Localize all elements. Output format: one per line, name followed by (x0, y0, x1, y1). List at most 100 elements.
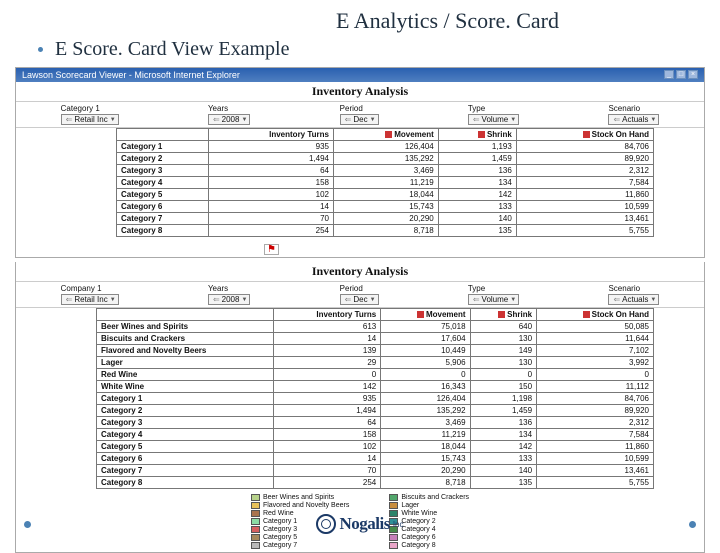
row-label: Category 6 (97, 453, 274, 465)
cell: 1,193 (438, 141, 516, 153)
table-row: Category 415811,2191347,584 (117, 177, 654, 189)
cell: 126,404 (333, 141, 438, 153)
cell: 142 (274, 381, 381, 393)
chevron-down-icon[interactable]: ▼ (239, 297, 247, 303)
legend-label: Category 8 (401, 542, 435, 549)
cell: 135 (470, 477, 537, 489)
arrow-left-icon[interactable]: ⇐ (471, 115, 482, 124)
filter-select[interactable]: ⇐Retail Inc▼ (61, 294, 119, 305)
cell: 130 (470, 357, 537, 369)
logo-text: Nogalis (339, 514, 389, 534)
cell: 935 (208, 141, 333, 153)
filter-select[interactable]: ⇐Dec▼ (340, 114, 379, 125)
filter-select[interactable]: ⇐2008▼ (208, 114, 250, 125)
col-header[interactable]: Shrink (470, 309, 537, 321)
screenshot-1: Lawson Scorecard Viewer - Microsoft Inte… (15, 67, 705, 258)
cell: 7,102 (537, 345, 654, 357)
col-header[interactable]: Shrink (438, 129, 516, 141)
cell: 70 (208, 213, 333, 225)
filter-select[interactable]: ⇐2008▼ (208, 294, 250, 305)
legend-label: Biscuits and Crackers (401, 494, 469, 501)
cell: 84,706 (516, 141, 653, 153)
arrow-left-icon[interactable]: ⇐ (64, 115, 75, 124)
filter-label: Years (208, 284, 228, 293)
cell: 254 (274, 477, 381, 489)
flag-icon[interactable]: ⚑ (264, 244, 279, 255)
cell: 11,860 (516, 189, 653, 201)
panel2-title: Inventory Analysis (16, 262, 704, 282)
row-label: Category 2 (97, 405, 274, 417)
cell: 89,920 (537, 405, 654, 417)
filter-label: Scenario (608, 104, 640, 113)
row-label: Category 4 (117, 177, 209, 189)
window-title: Lawson Scorecard Viewer - Microsoft Inte… (22, 70, 240, 80)
marker-icon (498, 311, 505, 318)
cell: 20,290 (381, 465, 470, 477)
col-header[interactable]: Movement (333, 129, 438, 141)
panel2-filters: Company 1⇐Retail Inc▼Years⇐2008▼Period⇐D… (16, 282, 704, 308)
minimize-icon[interactable]: _ (664, 70, 674, 79)
close-icon[interactable]: × (688, 70, 698, 79)
filter-select[interactable]: ⇐Actuals▼ (608, 114, 659, 125)
panel1-title: Inventory Analysis (16, 82, 704, 102)
chevron-down-icon[interactable]: ▼ (108, 297, 116, 303)
arrow-left-icon[interactable]: ⇐ (343, 115, 354, 124)
row-label: Category 5 (117, 189, 209, 201)
cell: 1,494 (274, 405, 381, 417)
cell: 11,644 (537, 333, 654, 345)
arrow-left-icon[interactable]: ⇐ (211, 115, 222, 124)
table-row: Category 510218,04414211,860 (97, 441, 654, 453)
row-label: Biscuits and Crackers (97, 333, 274, 345)
cell: 20,290 (333, 213, 438, 225)
arrow-left-icon[interactable]: ⇐ (211, 295, 222, 304)
table-row: Category 3643,4691362,312 (117, 165, 654, 177)
chevron-down-icon[interactable]: ▼ (508, 297, 516, 303)
cell: 13,461 (516, 213, 653, 225)
col-header[interactable]: Inventory Turns (208, 129, 333, 141)
chevron-down-icon[interactable]: ▼ (508, 117, 516, 123)
col-header[interactable]: Stock On Hand (537, 309, 654, 321)
cell: 149 (470, 345, 537, 357)
arrow-left-icon[interactable]: ⇐ (611, 115, 622, 124)
chevron-down-icon[interactable]: ▼ (648, 117, 656, 123)
row-label: Category 6 (117, 201, 209, 213)
filter-value: 2008 (222, 295, 240, 304)
filter-select[interactable]: ⇐Dec▼ (340, 294, 379, 305)
table-header-row: Inventory TurnsMovementShrinkStock On Ha… (97, 309, 654, 321)
cell: 17,604 (381, 333, 470, 345)
cell: 140 (470, 465, 537, 477)
filter-value: Volume (482, 295, 509, 304)
cell: 89,920 (516, 153, 653, 165)
chevron-down-icon[interactable]: ▼ (368, 117, 376, 123)
cell: 142 (470, 441, 537, 453)
row-label: Category 2 (117, 153, 209, 165)
cell: 136 (438, 165, 516, 177)
row-label: Lager (97, 357, 274, 369)
filter-value: 2008 (222, 115, 240, 124)
table-row: Category 61415,74313310,599 (97, 453, 654, 465)
bullet-icon (38, 47, 43, 52)
arrow-left-icon[interactable]: ⇐ (611, 295, 622, 304)
cell: 18,044 (333, 189, 438, 201)
chevron-down-icon[interactable]: ▼ (239, 117, 247, 123)
filter-select[interactable]: ⇐Volume▼ (468, 294, 519, 305)
filter-select[interactable]: ⇐Retail Inc▼ (61, 114, 119, 125)
arrow-left-icon[interactable]: ⇐ (343, 295, 354, 304)
col-header[interactable]: Movement (381, 309, 470, 321)
arrow-left-icon[interactable]: ⇐ (64, 295, 75, 304)
cell: 3,992 (537, 357, 654, 369)
chevron-down-icon[interactable]: ▼ (108, 117, 116, 123)
chevron-down-icon[interactable]: ▼ (648, 297, 656, 303)
filter-select[interactable]: ⇐Actuals▼ (608, 294, 659, 305)
row-label: Category 8 (117, 225, 209, 237)
cell: 134 (438, 177, 516, 189)
col-header[interactable]: Inventory Turns (274, 309, 381, 321)
maximize-icon[interactable]: □ (676, 70, 686, 79)
cell: 126,404 (381, 393, 470, 405)
col-header[interactable]: Stock On Hand (516, 129, 653, 141)
chevron-down-icon[interactable]: ▼ (368, 297, 376, 303)
row-label: Category 7 (97, 465, 274, 477)
arrow-left-icon[interactable]: ⇐ (471, 295, 482, 304)
filter-select[interactable]: ⇐Volume▼ (468, 114, 519, 125)
cell: 15,743 (381, 453, 470, 465)
